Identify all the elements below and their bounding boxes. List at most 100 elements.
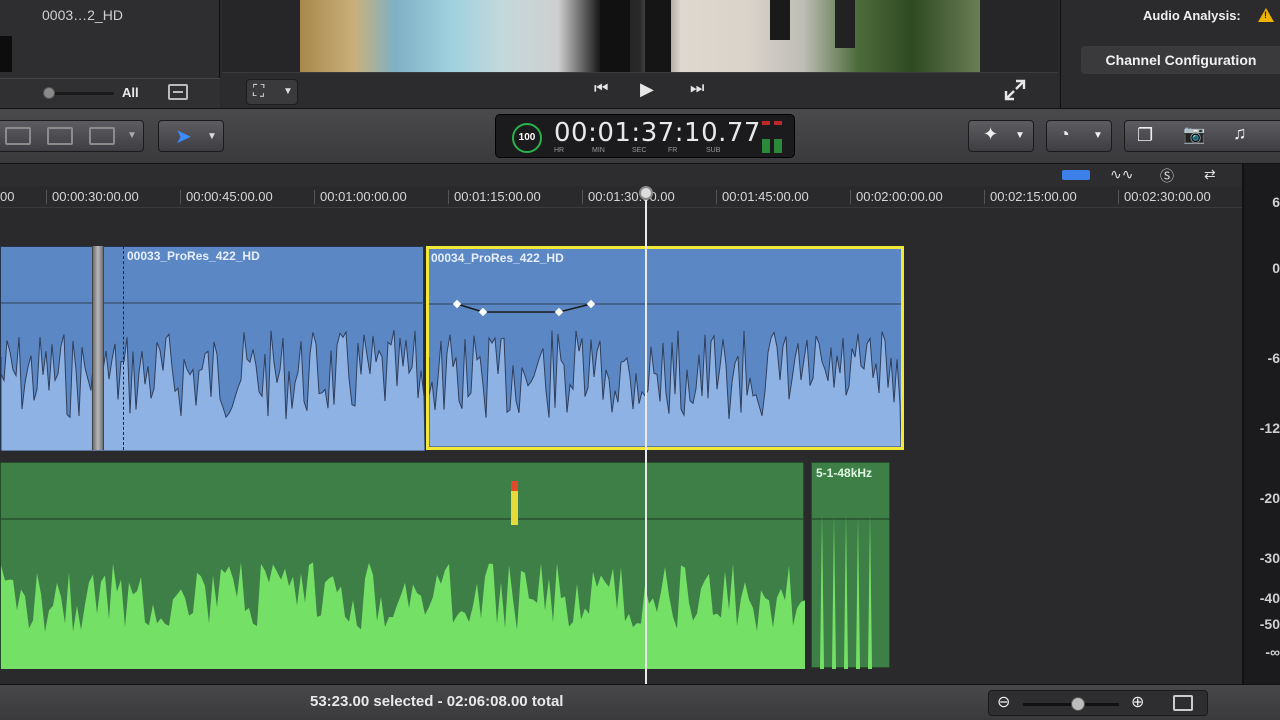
meter-level (774, 139, 782, 153)
meter-scale-label: -40 (1259, 590, 1280, 606)
zoom-in-icon[interactable]: ⊕ (1131, 692, 1144, 712)
meter-scale-label: -∞ (1265, 644, 1280, 660)
ruler-label: 00:01:30:00.00 (588, 189, 675, 204)
video-figure (770, 0, 790, 40)
top-panels: 0003…2_HD All ⛶ ▼ ⏮ ▶ ⏭ Audio Analysis: … (0, 0, 1280, 108)
retime-icon: ◔ (1059, 124, 1070, 144)
dashboard-timecode[interactable]: 100 00:01:37:10.77 HR MIN SEC FR SUB (495, 114, 795, 158)
audio-clip[interactable]: 5-1-48kHz (811, 462, 891, 669)
browser-clip-label[interactable]: 0003…2_HD (42, 7, 123, 23)
viewer-controls: ⛶ ▼ ⏮ ▶ ⏭ (222, 72, 1058, 108)
previous-edit-button[interactable]: ⏮ (594, 80, 608, 98)
meter-scale-label: -6 (1267, 350, 1280, 366)
clip-appearance-icon[interactable] (1173, 695, 1193, 711)
meter-scale-label: -30 (1259, 550, 1280, 566)
effects-browser-icon[interactable]: ❐ (1137, 125, 1153, 146)
ruler-tick (180, 190, 181, 204)
timeline-header: ∿∿ Ⓢ ⇄ (0, 164, 1242, 186)
video-figure (835, 0, 855, 48)
warning-icon[interactable]: ! (1258, 8, 1274, 22)
append-edit-icon[interactable] (89, 127, 115, 145)
select-arrow-icon: ➤ (175, 126, 192, 148)
ruler-label: 00:01:15:00.00 (454, 189, 541, 204)
media-browser-buttons: ❐ 📷 ♫ (1124, 120, 1280, 152)
background-task-percent[interactable]: 100 (512, 123, 542, 153)
insert-edit-icon[interactable] (47, 127, 73, 145)
browser-clip-thumbnail[interactable] (0, 36, 12, 72)
tool-select-button[interactable]: ➤ ▼ (158, 120, 224, 152)
ruler-label: 00:01:45:00.00 (722, 189, 809, 204)
music-icon[interactable]: ♫ (1233, 123, 1247, 144)
audio-waveform (429, 299, 901, 447)
retime-button[interactable]: ◔ ▼ (1046, 120, 1112, 152)
transition-handle[interactable] (92, 246, 104, 450)
playhead-handle[interactable] (639, 186, 653, 200)
ruler-tick (314, 190, 315, 204)
browser-zoom-knob[interactable] (43, 87, 55, 99)
camera-icon[interactable]: 📷 (1183, 124, 1205, 145)
ruler-label: 00:01:00:00.00 (320, 189, 407, 204)
viewer-video-frame (300, 0, 980, 72)
solo-icon[interactable]: Ⓢ (1160, 166, 1174, 186)
audio-analysis-label: Audio Analysis: (1143, 8, 1241, 23)
timeline-footer: 53:23.00 selected - 02:06:08.00 total ⊖ … (0, 684, 1280, 720)
viewer: ⛶ ▼ ⏮ ▶ ⏭ (222, 0, 1058, 108)
clip-boundary-marker (123, 246, 124, 450)
meter-scale-label: 0 (1272, 260, 1280, 276)
enhancements-button[interactable]: ✦ ▼ (968, 120, 1034, 152)
audio-waveform (812, 513, 891, 669)
ruler-label: 00 (0, 189, 15, 204)
video-figure (645, 0, 671, 72)
video-clip[interactable]: 00033_ProRes_422_HD (0, 246, 425, 451)
ruler-tick (716, 190, 717, 204)
browser-filter-all[interactable]: All (122, 85, 139, 100)
timecode-unit: FR (668, 147, 678, 154)
list-view-icon[interactable] (168, 84, 188, 100)
audio-waveform (1, 481, 805, 669)
clip-title: 00033_ProRes_422_HD (127, 249, 260, 263)
timeline-ruler[interactable]: 00 00:00:30:00.00 00:00:45:00.00 00:01:0… (0, 186, 1242, 208)
transform-menu-button[interactable]: ⛶ ▼ (246, 79, 298, 105)
chevron-down-icon[interactable]: ▼ (127, 130, 137, 141)
audio-waveform (1, 302, 425, 451)
chevron-down-icon: ▼ (283, 86, 293, 97)
timecode-unit: SUB (706, 147, 721, 154)
meter-scale-label: 6 (1272, 194, 1280, 210)
selection-status: 53:23.00 selected - 02:06:08.00 total (310, 693, 564, 710)
timecode-unit: MIN (592, 147, 605, 154)
timecode-unit: SEC (632, 147, 647, 154)
inspector: Audio Analysis: ! Channel Configuration (1060, 0, 1280, 108)
video-only-toggle[interactable] (1062, 170, 1090, 180)
ruler-label: 00:02:15:00.00 (990, 189, 1077, 204)
next-edit-button[interactable]: ⏭ (690, 80, 704, 98)
ruler-tick (1118, 190, 1119, 204)
meter-peak (774, 121, 782, 125)
connect-edit-icon[interactable] (5, 127, 31, 145)
timeline-zoom-control: ⊖ ⊕ (988, 690, 1208, 716)
zoom-slider-knob[interactable] (1071, 697, 1085, 711)
event-browser: 0003…2_HD All (0, 0, 220, 108)
audio-clip[interactable] (0, 462, 805, 669)
video-clip-selected[interactable]: 00034_ProRes_422_HD (426, 246, 904, 450)
channel-configuration-button[interactable]: Channel Configuration (1081, 46, 1280, 74)
ruler-tick (448, 190, 449, 204)
meter-level (762, 139, 770, 153)
audio-waveform-icon[interactable]: ∿∿ (1110, 166, 1133, 183)
timecode-value: 00:01:37:10.77 (554, 118, 761, 148)
ruler-label: 00:00:30:00.00 (52, 189, 139, 204)
meter-peak (762, 121, 770, 125)
chevron-down-icon: ▼ (1015, 130, 1025, 141)
play-button[interactable]: ▶ (640, 79, 654, 100)
ruler-tick (46, 190, 47, 204)
fullscreen-icon[interactable] (1004, 79, 1026, 101)
playhead[interactable] (645, 186, 647, 684)
timecode-unit: HR (554, 147, 565, 154)
ruler-label: 00:02:00:00.00 (856, 189, 943, 204)
ruler-tick (582, 190, 583, 204)
timeline[interactable]: ∿∿ Ⓢ ⇄ 00 00:00:30:00.00 00:00:45:00.00 … (0, 164, 1242, 684)
audio-meter-mini[interactable] (760, 121, 784, 153)
snapping-icon[interactable]: ⇄ (1204, 166, 1216, 183)
zoom-out-icon[interactable]: ⊖ (997, 692, 1010, 712)
video-figure (600, 0, 630, 72)
meter-scale-label: -12 (1259, 420, 1280, 436)
